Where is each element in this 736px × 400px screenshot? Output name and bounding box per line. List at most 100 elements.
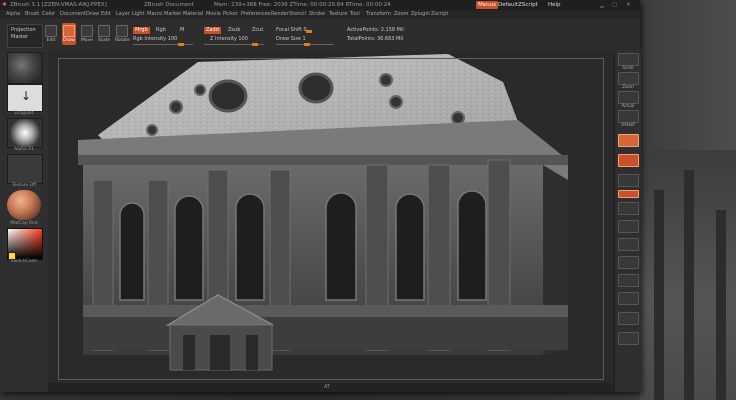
help-button[interactable]: Help [546, 1, 563, 9]
bottom-label[interactable]: AT [324, 383, 330, 392]
draw-size-slider[interactable]: Draw Size 1 [276, 36, 306, 43]
bottom-shelf: AT [48, 383, 614, 392]
scale-label: Scale [97, 38, 111, 43]
projection-master-button[interactable]: Projection Master [7, 24, 43, 48]
move-button[interactable]: Move [80, 23, 94, 45]
menu-bar: Alpha Brush Color Document Draw Edit Lay… [0, 10, 640, 19]
material-label: MatCap Red [10, 221, 38, 226]
rotate-view-button[interactable] [618, 256, 639, 269]
restore-icon[interactable]: ▢ [612, 0, 617, 10]
menu-macro[interactable]: Macro [147, 10, 162, 19]
menu-marker[interactable]: Marker [164, 10, 181, 19]
menu-draw[interactable]: Draw [86, 10, 99, 19]
background-column [684, 170, 694, 400]
menu-tool[interactable]: Tool [350, 10, 360, 19]
rotate-label: Rotate [115, 38, 130, 43]
zcut-toggle[interactable]: Zcut [252, 27, 263, 34]
menu-color[interactable]: Color [42, 10, 55, 19]
title-bar: ✱ ZBrush 3.1 [ZZEN-VMAS-AIKJ-FPEX] ZBrus… [0, 0, 640, 10]
floor-button[interactable] [618, 154, 639, 167]
menu-stencil[interactable]: Stencil [289, 10, 306, 19]
menu-layer[interactable]: Layer [116, 10, 130, 19]
background-column [654, 190, 664, 400]
menu-zscript[interactable]: Zscript [431, 10, 448, 19]
edit-label: Edit [46, 38, 56, 43]
minimize-icon[interactable]: ▁ [600, 0, 604, 10]
menu-edit[interactable]: Edit [101, 10, 111, 19]
rgb-toggle[interactable]: Rgb [156, 27, 166, 34]
scroll-label: Scroll [622, 65, 634, 70]
switch-color-label[interactable]: SwitchColor [5, 259, 43, 264]
menu-texture[interactable]: Texture [329, 10, 347, 19]
zbrush-window: ✱ ZBrush 3.1 [ZZEN-VMAS-AIKJ-FPEX] ZBrus… [0, 0, 641, 392]
menu-light[interactable]: Light [132, 10, 144, 19]
menu-alpha[interactable]: Alpha [6, 10, 20, 19]
menu-zoom[interactable]: Zoom [394, 10, 408, 19]
memory-status: Mem: 239+368 Free: 2036 ZTime: 00:00:29.… [214, 2, 391, 8]
move-label: Move [80, 38, 94, 43]
z-intensity-handle[interactable] [252, 43, 258, 46]
zoom-label: Zoom [622, 84, 634, 89]
ghost-button[interactable] [618, 312, 639, 325]
total-points: TotalPoints: 36.663 Mil [347, 36, 404, 42]
material-thumbnail[interactable] [7, 190, 41, 220]
zsub-toggle[interactable]: Zsub [228, 27, 240, 34]
default-zscript-button[interactable]: DefaultZScript [496, 1, 540, 9]
arrow-down-icon: ↓ [21, 89, 32, 103]
projection-master-label-2: Master [11, 34, 29, 40]
document-canvas[interactable] [48, 50, 614, 383]
menus-button[interactable]: Menus [476, 1, 498, 9]
brush-thumbnail[interactable] [7, 52, 43, 84]
projection-master-label-1: Projection [11, 27, 36, 33]
top-shelf: Projection Master Edit Draw Move Scale R… [0, 19, 640, 51]
menu-zplugin[interactable]: Zplugin [411, 10, 430, 19]
draw-button[interactable]: Draw [62, 23, 76, 45]
persp-button[interactable] [618, 134, 639, 147]
draw-icon [63, 25, 75, 37]
m-toggle[interactable]: M [180, 27, 184, 34]
active-points: ActivePoints: 2.158 Mil [347, 27, 404, 33]
window-title: ZBrush 3.1 [ZZEN-VMAS-AIKJ-FPEX] [10, 2, 107, 8]
rgb-intensity-handle[interactable] [178, 43, 184, 46]
rotate-icon [116, 25, 128, 37]
rotate-button[interactable]: Rotate [115, 23, 130, 45]
stroke-thumbnail[interactable]: ↓ [7, 84, 43, 112]
local-button[interactable] [618, 174, 639, 187]
rgb-intensity-slider[interactable]: Rgb Intensity 100 [133, 36, 177, 43]
close-icon[interactable]: ✕ [626, 0, 631, 10]
menu-picker[interactable]: Picker [223, 10, 238, 19]
texture-thumbnail[interactable] [7, 154, 43, 184]
menu-transform[interactable]: Transform [366, 10, 391, 19]
transp-button[interactable] [618, 292, 639, 305]
background-column [716, 210, 726, 400]
edit-icon [45, 25, 57, 37]
scale-button[interactable]: Scale [97, 23, 111, 45]
alpha-thumbnail[interactable] [7, 118, 43, 148]
menu-preferences[interactable]: Preferences [241, 10, 270, 19]
polyf-button[interactable] [618, 274, 639, 287]
z-intensity-slider[interactable]: Z Intensity 100 [210, 36, 248, 43]
zadd-toggle[interactable]: Zadd [204, 27, 221, 34]
draw-label: Draw [63, 38, 75, 43]
move-icon [81, 25, 93, 37]
alpha-label: Alpha 01 [14, 147, 34, 152]
edit-button[interactable]: Edit [44, 23, 58, 45]
frame-button[interactable] [618, 202, 639, 215]
xpose-button[interactable] [618, 332, 639, 345]
menu-movie[interactable]: Movie [206, 10, 221, 19]
texture-label: Texture Off [11, 183, 37, 188]
right-tray: Scroll Zoom Actual AAHalf [614, 50, 641, 392]
menu-brush[interactable]: Brush [25, 10, 39, 19]
menu-stroke[interactable]: Stroke [309, 10, 325, 19]
draw-size-handle[interactable] [304, 43, 310, 46]
scale-view-button[interactable] [618, 238, 639, 251]
mrgb-toggle[interactable]: Mrgb [133, 27, 150, 34]
focal-shift-handle[interactable] [306, 30, 312, 33]
menu-document[interactable]: Document [60, 10, 86, 19]
document-name: ZBrush Document [144, 2, 194, 8]
xyz-button[interactable] [618, 190, 639, 198]
move-view-button[interactable] [618, 220, 639, 233]
focal-shift-slider[interactable]: Focal Shift 0 [276, 27, 307, 34]
menu-render[interactable]: Render [271, 10, 289, 19]
menu-material[interactable]: Material [183, 10, 203, 19]
